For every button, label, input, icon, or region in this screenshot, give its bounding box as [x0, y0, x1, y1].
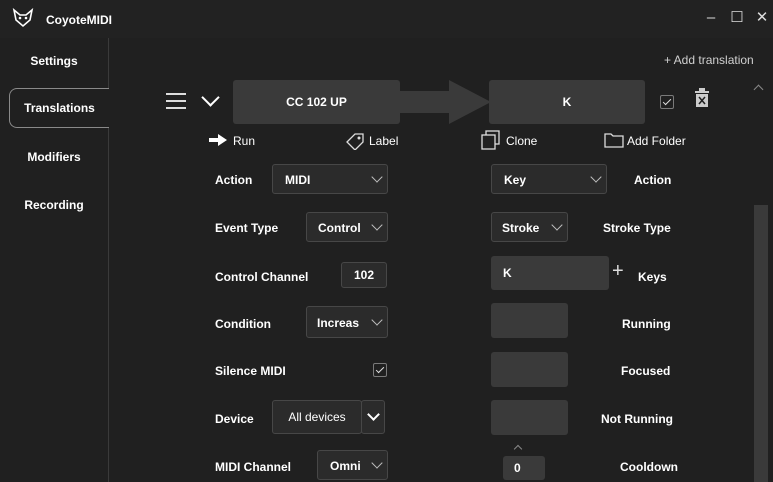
midi-channel-select[interactable]: Omni: [317, 450, 388, 480]
condition-value: Increas: [317, 316, 360, 330]
output-action-select[interactable]: Key: [491, 164, 607, 194]
event-type-select[interactable]: Control: [306, 212, 388, 242]
midi-action-value: MIDI: [285, 173, 311, 187]
title-bar: CoyoteMIDI – ☐ ✕: [0, 0, 773, 39]
running-input[interactable]: [491, 303, 568, 338]
control-channel-input[interactable]: 102: [341, 262, 387, 288]
coyote-logo-icon: [12, 8, 34, 28]
silence-midi-label: Silence MIDI: [215, 364, 286, 378]
close-button[interactable]: ✕: [751, 8, 773, 28]
event-type-label: Event Type: [215, 221, 279, 235]
folder-icon: [604, 133, 624, 148]
chevron-down-icon: [371, 314, 383, 326]
running-label: Running: [622, 317, 671, 331]
run-icon: [209, 134, 227, 146]
tag-icon: [346, 133, 364, 150]
control-channel-label: Control Channel: [215, 270, 309, 284]
trash-icon[interactable]: [694, 88, 710, 108]
condition-label: Condition: [215, 317, 271, 331]
device-dropdown-button[interactable]: [361, 400, 385, 434]
run-button[interactable]: Run: [233, 134, 255, 148]
translations-panel: + Add translation CC 102 UP K Run Label …: [109, 38, 773, 482]
chevron-down-icon: [590, 171, 602, 183]
add-key-button[interactable]: +: [612, 260, 624, 283]
stroke-type-select[interactable]: Stroke: [491, 212, 568, 242]
clone-icon: [481, 130, 500, 150]
translation-arrow-icon: [399, 80, 491, 124]
stroke-type-label: Stroke Type: [603, 221, 671, 235]
silence-midi-checkbox[interactable]: [373, 363, 387, 377]
cooldown-input[interactable]: 0: [503, 456, 545, 480]
label-button[interactable]: Label: [369, 134, 398, 148]
device-select[interactable]: All devices: [272, 400, 362, 434]
cooldown-label: Cooldown: [620, 460, 678, 474]
translation-enabled-checkbox[interactable]: [660, 95, 674, 109]
keys-input[interactable]: K: [491, 256, 609, 290]
scroll-up-icon[interactable]: [753, 84, 764, 95]
maximize-button[interactable]: ☐: [726, 8, 748, 28]
focused-label: Focused: [621, 364, 671, 378]
stroke-type-value: Stroke: [502, 221, 540, 235]
condition-select[interactable]: Increas: [306, 306, 388, 338]
midi-action-select[interactable]: MIDI: [272, 164, 388, 194]
scrollbar[interactable]: [754, 205, 768, 482]
minimize-button[interactable]: –: [700, 8, 722, 28]
clone-button[interactable]: Clone: [506, 134, 537, 148]
add-translation-button[interactable]: + Add translation: [664, 53, 754, 67]
app-title: CoyoteMIDI: [46, 13, 112, 27]
output-action-label: Action: [634, 173, 672, 187]
midi-action-label: Action: [215, 173, 253, 187]
sidebar-item-recording[interactable]: Recording: [0, 188, 108, 222]
add-folder-button[interactable]: Add Folder: [627, 134, 686, 148]
sidebar-item-modifiers[interactable]: Modifiers: [0, 140, 108, 174]
sidebar: Settings Translations Modifiers Recordin…: [0, 38, 109, 482]
drag-handle-icon[interactable]: [166, 93, 186, 109]
chevron-down-icon: [371, 457, 383, 469]
translation-output-label[interactable]: K: [489, 80, 645, 124]
sidebar-item-translations[interactable]: Translations: [9, 88, 109, 128]
output-action-value: Key: [504, 173, 527, 187]
chevron-down-icon: [551, 219, 563, 231]
cooldown-increment-icon[interactable]: [513, 444, 523, 454]
keys-label: Keys: [638, 270, 667, 284]
collapse-chevron-icon[interactable]: [201, 88, 220, 107]
chevron-down-icon: [371, 219, 383, 231]
midi-channel-label: MIDI Channel: [215, 460, 292, 474]
focused-input[interactable]: [491, 352, 568, 387]
not-running-input[interactable]: [491, 400, 568, 435]
chevron-down-icon: [367, 408, 380, 421]
device-label: Device: [215, 412, 254, 426]
not-running-label: Not Running: [601, 412, 673, 426]
event-type-value: Control: [318, 221, 361, 235]
chevron-down-icon: [371, 171, 383, 183]
midi-channel-value: Omni: [330, 459, 361, 473]
sidebar-item-settings[interactable]: Settings: [0, 44, 108, 78]
translation-input-label[interactable]: CC 102 UP: [233, 80, 400, 124]
